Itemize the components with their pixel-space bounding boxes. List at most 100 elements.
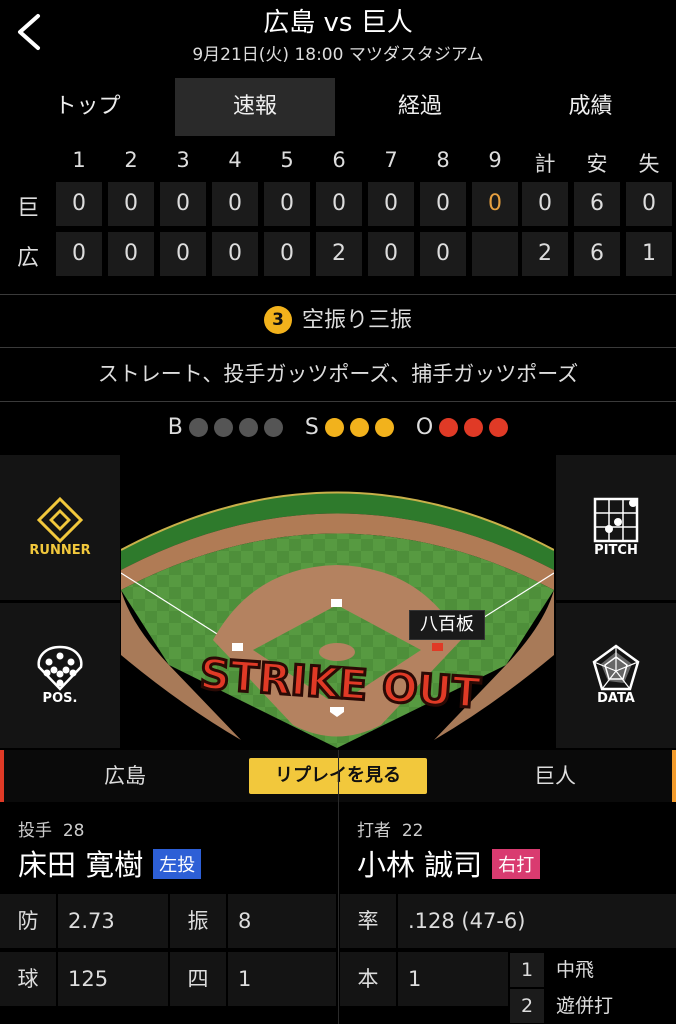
- play-result-text: 空振り三振: [301, 308, 412, 333]
- batter-hand-badge: 右打: [492, 849, 541, 879]
- away-team-label: 巨人: [534, 764, 576, 788]
- team-label: 広: [16, 246, 39, 271]
- stat-label: 振: [170, 894, 226, 948]
- count-indicator: B S O: [0, 402, 676, 452]
- stat-label: 率: [340, 894, 396, 948]
- score-cell: 6: [574, 232, 620, 276]
- score-cell: 0: [522, 182, 568, 226]
- score-cell: 2: [316, 232, 362, 276]
- inning-header: 失: [638, 152, 660, 176]
- score-cell: 0: [212, 232, 258, 276]
- tab-stats[interactable]: 成績: [505, 78, 676, 136]
- inning-header: 5: [280, 148, 294, 172]
- inning-header: 4: [228, 148, 242, 172]
- score-cell: 0: [160, 182, 206, 226]
- score-cell: 0: [368, 182, 414, 226]
- out-label: O: [415, 414, 434, 440]
- team-label: 巨: [16, 196, 39, 221]
- pitcher-name[interactable]: 床田 寛樹: [18, 848, 143, 882]
- stat-label: 本: [340, 952, 396, 1006]
- score-cell: 0: [160, 232, 206, 276]
- strike-out-overlay: STRIKE OUT: [197, 650, 484, 719]
- ball-dot: [213, 417, 233, 437]
- batter-name-row: 小林 誠司 右打: [357, 842, 541, 884]
- tab-progress[interactable]: 経過: [335, 78, 505, 136]
- score-cell: 0: [368, 232, 414, 276]
- out-dots: [439, 417, 509, 437]
- pitcher-hand-badge: 左投: [153, 849, 202, 879]
- out-dot: [439, 417, 459, 437]
- radar-chart-icon: [592, 644, 640, 691]
- ball-dot: [263, 417, 283, 437]
- positions-icon: [37, 645, 83, 691]
- stat-label: 防: [0, 894, 56, 948]
- score-cell: 6: [574, 182, 620, 226]
- away-team-stripe: [672, 750, 676, 802]
- score-cell: 0: [108, 182, 154, 226]
- score-cell: 0: [212, 182, 258, 226]
- home-team-label: 広島: [104, 764, 146, 788]
- stat-value: 1: [228, 952, 336, 1006]
- strike-dot: [349, 417, 369, 437]
- inning-header: 8: [436, 148, 450, 172]
- batter-name[interactable]: 小林 誠司: [357, 848, 482, 882]
- strike-dots: [324, 417, 394, 437]
- batter-number: 22: [401, 821, 424, 841]
- runner-button[interactable]: RUNNER: [0, 455, 120, 600]
- tab-live[interactable]: 速報: [175, 78, 335, 136]
- positions-label: POS.: [42, 691, 78, 706]
- data-button[interactable]: DATA: [556, 603, 676, 748]
- at-bat-row: 2 遊併打: [510, 989, 676, 1023]
- play-description: ストレート、投手ガッツポーズ、捕手ガッツポーズ: [97, 362, 579, 386]
- strike-out-text: STRIKE OUT: [198, 650, 482, 718]
- score-cell: 0: [264, 182, 310, 226]
- stat-label: 四: [170, 952, 226, 1006]
- at-bat-result: 中飛: [556, 959, 595, 981]
- out-dot: [464, 417, 484, 437]
- inning-header: 安: [586, 152, 608, 176]
- pitcher-role: 投手 28: [18, 816, 84, 841]
- out-dot: [489, 417, 509, 437]
- outs-badge: 3: [263, 306, 292, 334]
- divider: [0, 294, 676, 295]
- pitch-label: PITCH: [594, 543, 638, 558]
- play-result: 3 空振り三振: [0, 296, 676, 346]
- tab-bar: トップ 速報 経過 成績: [0, 78, 676, 136]
- divider: [338, 750, 339, 1024]
- tab-top[interactable]: トップ: [0, 78, 175, 136]
- header: 広島 vs 巨人 9月21日(火) 18:00 マツダスタジアム: [0, 0, 676, 74]
- score-cell: 0: [420, 182, 466, 226]
- score-cell: 0: [420, 232, 466, 276]
- ball-dots: [188, 417, 283, 437]
- pitcher-role-label: 投手: [18, 821, 52, 841]
- score-cell: [472, 232, 518, 276]
- inning-header: 1: [72, 148, 86, 172]
- ball-count: B: [168, 415, 283, 440]
- pitch-button[interactable]: PITCH: [556, 455, 676, 600]
- score-cell: 0: [264, 232, 310, 276]
- runner-diamond-icon: [36, 496, 84, 544]
- score-cell: 0: [56, 232, 102, 276]
- scoreboard: 123456789計安失巨000000000060広00000200261: [0, 140, 676, 290]
- inning-header: 7: [384, 148, 398, 172]
- ball-dot: [238, 417, 258, 437]
- at-bat-list: 1 中飛 2 遊併打: [510, 953, 676, 1024]
- stat-value: .128 (47-6): [398, 894, 676, 948]
- score-cell: 0: [108, 232, 154, 276]
- strike-label: S: [304, 414, 319, 440]
- score-cell: 1: [626, 232, 672, 276]
- game-title: 広島 vs 巨人: [263, 8, 413, 38]
- data-label: DATA: [597, 691, 635, 706]
- at-bat-number: 2: [510, 989, 544, 1023]
- inning-header: 2: [124, 148, 138, 172]
- positions-button[interactable]: POS.: [0, 603, 120, 748]
- strike-count: S: [305, 415, 394, 440]
- score-cell: 0: [472, 182, 518, 226]
- inning-header: 6: [332, 148, 346, 172]
- stat-label: 球: [0, 952, 56, 1006]
- inning-header: 9: [488, 148, 502, 172]
- ball-label: B: [167, 414, 183, 440]
- stat-value: 1: [398, 952, 508, 1006]
- strike-dot: [324, 417, 344, 437]
- home-team-stripe: [0, 750, 4, 802]
